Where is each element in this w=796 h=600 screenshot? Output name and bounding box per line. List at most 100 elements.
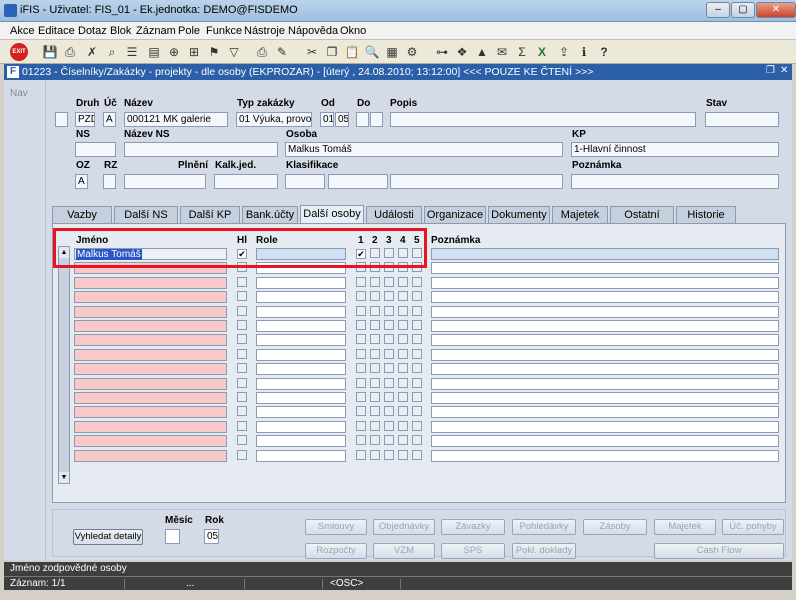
hl-checkbox[interactable] bbox=[237, 363, 247, 374]
flag-checkbox-4[interactable] bbox=[398, 406, 408, 417]
flag-checkbox-1[interactable] bbox=[356, 320, 366, 330]
flag-checkbox-5[interactable] bbox=[412, 406, 422, 417]
flag-checkbox-5[interactable] bbox=[412, 449, 422, 460]
mesic-field[interactable] bbox=[165, 529, 180, 544]
sum-icon[interactable]: Σ bbox=[514, 44, 530, 60]
flag-checkbox-5[interactable] bbox=[412, 377, 422, 388]
zavazky-button[interactable]: Závazky bbox=[441, 519, 505, 535]
poznamka-cell[interactable] bbox=[431, 406, 779, 419]
poznamka-cell[interactable] bbox=[431, 276, 779, 289]
objednavky-button[interactable]: Objednávky bbox=[373, 519, 435, 535]
oz-field[interactable]: A bbox=[75, 174, 88, 189]
filter-icon[interactable]: ▽ bbox=[226, 44, 242, 60]
flag-checkbox-3[interactable] bbox=[384, 291, 394, 302]
klasifikace-field-1[interactable] bbox=[285, 174, 325, 189]
stav-field[interactable] bbox=[705, 112, 779, 127]
flag-checkbox-4[interactable] bbox=[398, 291, 408, 302]
excel-icon[interactable]: X bbox=[534, 44, 550, 60]
flag-checkbox-2[interactable] bbox=[370, 291, 380, 302]
flag-checkbox-4[interactable] bbox=[398, 420, 408, 431]
nazev-field[interactable]: 000121 MK galerie bbox=[124, 112, 228, 127]
flag-checkbox-3[interactable] bbox=[384, 449, 394, 460]
sps-button[interactable]: SPS bbox=[441, 543, 505, 559]
bookmark-icon[interactable]: ⚑ bbox=[206, 44, 222, 60]
od-field-2[interactable]: 05 bbox=[335, 112, 349, 127]
chart-icon[interactable]: ❖ bbox=[454, 44, 470, 60]
flag-checkbox-1[interactable] bbox=[356, 377, 366, 388]
flag-checkbox-5[interactable] bbox=[412, 392, 422, 402]
flag-checkbox-2[interactable] bbox=[370, 305, 380, 316]
report-icon[interactable]: ✎ bbox=[274, 44, 290, 60]
flag-checkbox-2[interactable] bbox=[370, 320, 380, 330]
poznamka-cell[interactable] bbox=[431, 334, 779, 347]
tab-dokumenty[interactable]: Dokumenty bbox=[488, 206, 550, 223]
role-cell[interactable] bbox=[256, 305, 346, 318]
tab-organizace[interactable]: Organizace bbox=[424, 206, 486, 223]
poznamka-cell[interactable] bbox=[431, 320, 779, 332]
flag-checkbox-1[interactable] bbox=[356, 420, 366, 431]
calc-icon[interactable]: ▦ bbox=[384, 44, 400, 60]
jmeno-cell[interactable] bbox=[74, 305, 227, 318]
flag-checkbox-3[interactable] bbox=[384, 420, 394, 431]
tab-dalsi-osoby[interactable]: Další osoby bbox=[300, 205, 364, 224]
flag-checkbox-1[interactable] bbox=[356, 291, 366, 302]
print-icon[interactable]: ⎙ bbox=[62, 44, 78, 60]
scroll-down-icon[interactable]: ▼ bbox=[59, 472, 69, 483]
poznamka-cell[interactable] bbox=[431, 392, 779, 404]
delete-icon[interactable]: ✗ bbox=[84, 44, 100, 60]
poznamka-cell[interactable] bbox=[431, 291, 779, 304]
flag-checkbox-4[interactable] bbox=[398, 435, 408, 446]
poznamka-cell[interactable] bbox=[431, 348, 779, 361]
od-field-1[interactable]: 01 bbox=[320, 112, 334, 127]
menu-napoveda[interactable]: Nápověda bbox=[288, 25, 338, 37]
jmeno-cell[interactable] bbox=[74, 363, 227, 376]
jmeno-cell[interactable] bbox=[74, 348, 227, 361]
flag-checkbox-3[interactable] bbox=[384, 276, 394, 287]
flag-checkbox-3[interactable] bbox=[384, 320, 394, 330]
jmeno-cell[interactable] bbox=[74, 320, 227, 332]
flag-checkbox-5[interactable] bbox=[412, 348, 422, 359]
flag-checkbox-3[interactable] bbox=[384, 392, 394, 402]
tab-dalsi-kp[interactable]: Další KP bbox=[180, 206, 240, 223]
flag-checkbox-4[interactable] bbox=[398, 363, 408, 374]
search-list-icon[interactable]: ☰ bbox=[124, 44, 140, 60]
flag-checkbox-2[interactable] bbox=[370, 449, 380, 460]
flag-checkbox-3[interactable] bbox=[384, 334, 394, 345]
flag-checkbox-5[interactable] bbox=[412, 305, 422, 316]
poznamka-cell[interactable] bbox=[431, 262, 779, 275]
flag-checkbox-5[interactable] bbox=[412, 291, 422, 302]
lock-icon[interactable]: ⊞ bbox=[186, 44, 202, 60]
poznamka-cell[interactable] bbox=[431, 305, 779, 318]
flag-checkbox-3[interactable] bbox=[384, 363, 394, 374]
hl-checkbox[interactable] bbox=[237, 406, 247, 417]
flag-checkbox-5[interactable] bbox=[412, 276, 422, 287]
poznamka-cell[interactable] bbox=[431, 449, 779, 462]
hl-checkbox[interactable] bbox=[237, 420, 247, 431]
flag-checkbox-1[interactable] bbox=[356, 348, 366, 359]
help-icon[interactable]: ? bbox=[596, 44, 612, 60]
export-icon[interactable]: ⇪ bbox=[556, 44, 572, 60]
popis-field[interactable] bbox=[390, 112, 696, 127]
minimize-button[interactable]: ‒ bbox=[706, 2, 730, 18]
flag-checkbox-4[interactable] bbox=[398, 392, 408, 402]
flag-checkbox-2[interactable] bbox=[370, 276, 380, 287]
hl-checkbox[interactable] bbox=[237, 291, 247, 302]
do-field-1[interactable] bbox=[356, 112, 369, 127]
triangle-icon[interactable]: ▲ bbox=[474, 44, 490, 60]
tree-icon[interactable]: ⊶ bbox=[434, 44, 450, 60]
maximize-button[interactable]: ▢ bbox=[731, 2, 755, 18]
poznamka-cell[interactable] bbox=[431, 248, 779, 260]
klasifikace-field-2[interactable] bbox=[328, 174, 388, 189]
jmeno-cell[interactable] bbox=[74, 291, 227, 304]
majetek-button[interactable]: Majetek bbox=[654, 519, 716, 535]
flag-checkbox-1[interactable] bbox=[356, 449, 366, 460]
vyhledat-detaily-button[interactable]: Vyhledat detaily bbox=[73, 529, 143, 545]
role-cell[interactable] bbox=[256, 392, 346, 404]
vzm-button[interactable]: VZM bbox=[373, 543, 435, 559]
druh-field[interactable]: PZD bbox=[75, 112, 95, 127]
menu-funkce[interactable]: Funkce bbox=[206, 25, 242, 37]
flag-checkbox-3[interactable] bbox=[384, 377, 394, 388]
role-cell[interactable] bbox=[256, 363, 346, 376]
jmeno-cell[interactable] bbox=[74, 334, 227, 347]
flag-checkbox-2[interactable] bbox=[370, 348, 380, 359]
